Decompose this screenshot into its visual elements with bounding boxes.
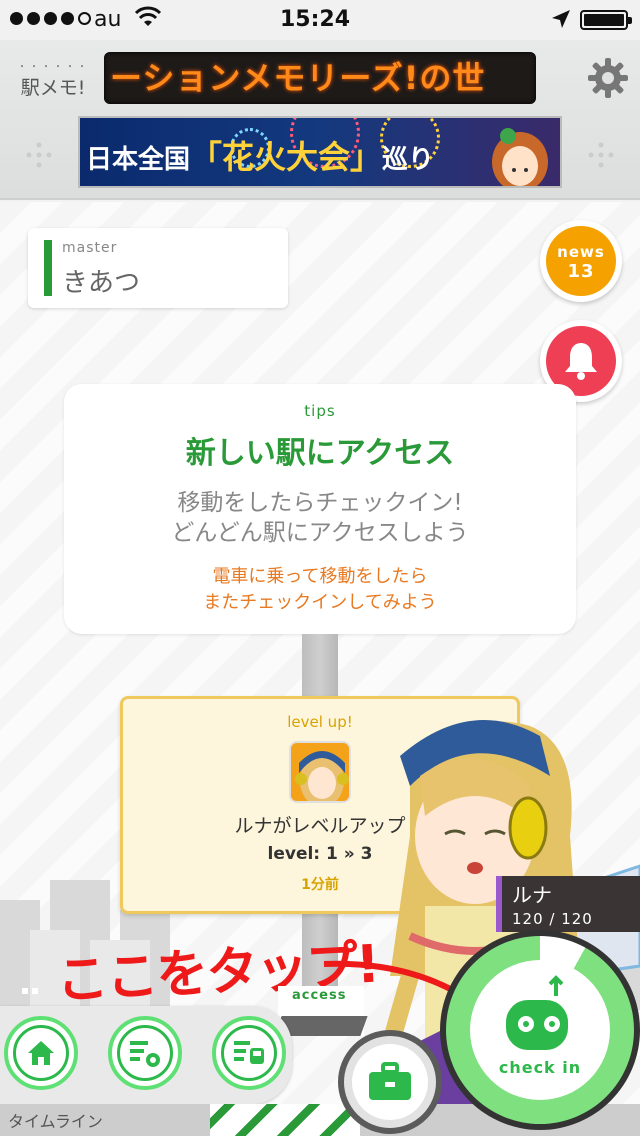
bottom-nav xyxy=(0,1006,292,1104)
wifi-icon xyxy=(134,6,162,26)
signal-strength-icon xyxy=(10,12,91,25)
master-card: master きあつ xyxy=(28,228,288,308)
battery-icon xyxy=(580,10,632,30)
tips-label: tips xyxy=(304,402,336,420)
character-avatar xyxy=(289,741,351,803)
check-in-button[interactable]: check in xyxy=(440,930,640,1136)
briefcase-icon xyxy=(369,1062,411,1100)
status-bar: au 15:24 xyxy=(0,0,640,40)
header: ・・・・・・ 駅メモ! ーションメモリーズ!の世 日本全国「花火大会」巡り xyxy=(0,40,640,200)
check-in-mascot-icon xyxy=(506,975,568,1050)
home-icon xyxy=(28,1041,54,1065)
tips-title: 新しい駅にアクセス xyxy=(185,436,455,471)
clock: 15:24 xyxy=(280,7,351,32)
news-button[interactable]: news 13 xyxy=(540,220,622,302)
news-label: news xyxy=(557,243,605,261)
station-list-button[interactable] xyxy=(212,1016,286,1090)
tips-card: tips 新しい駅にアクセス 移動をしたらチェックイン! どんどん駅にアクセスし… xyxy=(64,384,576,634)
carrier-label: au xyxy=(94,7,122,32)
gear-icon[interactable] xyxy=(586,56,630,100)
speaker-decoration-icon xyxy=(26,142,52,168)
item-bag-button[interactable] xyxy=(338,1030,442,1134)
train-list-icon xyxy=(234,1041,264,1064)
news-count-badge: 13 xyxy=(567,261,595,282)
character-name: ルナ xyxy=(512,883,552,907)
banner-title: 日本全国「花火大会」巡り xyxy=(86,138,435,176)
timeline-list-icon xyxy=(130,1041,160,1067)
bell-icon xyxy=(565,343,597,380)
master-name: きあつ xyxy=(62,268,141,298)
tips-body: 移動をしたらチェックイン! どんどん駅にアクセスしよう xyxy=(171,490,469,546)
tips-note: 電車に乗って移動をしたら またチェックインしてみよう xyxy=(203,566,437,613)
speaker-decoration-icon xyxy=(588,142,614,168)
app-logo[interactable]: ・・・・・・ 駅メモ! xyxy=(14,58,92,106)
timeline-button[interactable] xyxy=(108,1016,182,1090)
check-in-label: check in xyxy=(498,1058,582,1077)
master-label: master xyxy=(62,240,118,256)
character-status[interactable]: ルナ 120 / 120 xyxy=(496,876,640,932)
news-ticker[interactable]: ーションメモリーズ!の世 xyxy=(104,52,536,104)
home-button[interactable] xyxy=(4,1016,78,1090)
banner-character-image xyxy=(492,128,548,186)
location-arrow-icon xyxy=(552,10,570,28)
access-label: access xyxy=(292,988,347,1003)
access-plate: access xyxy=(274,986,368,1036)
event-banner[interactable]: 日本全国「花火大会」巡り xyxy=(78,116,562,188)
timeline-label: タイムライン xyxy=(8,1112,103,1131)
character-hp: 120 / 120 xyxy=(512,910,593,928)
